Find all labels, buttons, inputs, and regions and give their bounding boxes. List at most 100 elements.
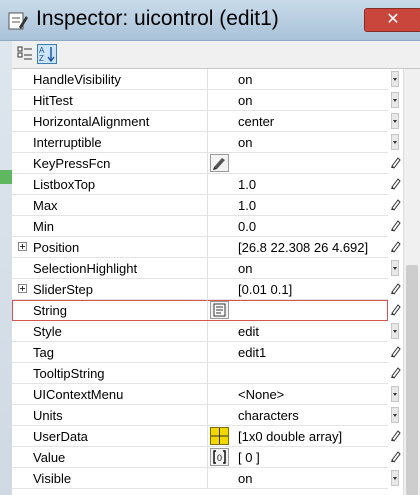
expand-icon[interactable] — [18, 284, 27, 293]
property-row-tag[interactable]: Tag edit1 — [12, 342, 401, 363]
edit-pencil-icon[interactable] — [390, 303, 402, 316]
svg-text:Z: Z — [39, 54, 44, 63]
property-value[interactable]: characters — [238, 408, 299, 423]
property-row-string[interactable]: String — [12, 300, 401, 321]
property-value[interactable]: on — [238, 93, 252, 108]
property-row-position[interactable]: Position [26.8 22.308 26 4.692] — [12, 237, 401, 258]
title-bar: Inspector: uicontrol (edit1) ✕ — [0, 0, 420, 41]
callback-editor-icon[interactable] — [210, 154, 229, 172]
inspector-toolbar: A Z — [12, 41, 420, 69]
property-row-hittest[interactable]: HitTest on — [12, 90, 399, 111]
property-row-units[interactable]: Units characters — [12, 405, 399, 426]
property-value[interactable]: on — [238, 261, 252, 276]
property-name: Max — [33, 198, 58, 213]
dropdown-arrow-icon[interactable] — [391, 386, 399, 402]
property-row-listboxtop[interactable]: ListboxTop 1.0 — [12, 174, 401, 195]
property-value[interactable]: center — [238, 114, 274, 129]
column-divider — [207, 132, 208, 152]
edit-pencil-icon[interactable] — [390, 450, 402, 463]
background-glyph — [0, 170, 12, 184]
property-name: Value — [33, 450, 66, 465]
categorized-view-icon[interactable] — [15, 44, 35, 64]
scrollbar-thumb[interactable] — [406, 265, 418, 495]
array-editor-icon[interactable] — [210, 427, 229, 445]
property-row-horizontalalignment[interactable]: HorizontalAlignment center — [12, 111, 399, 132]
edit-pencil-icon[interactable] — [390, 198, 402, 211]
property-name: UserData — [33, 429, 88, 444]
column-divider — [207, 153, 208, 173]
edit-pencil-icon[interactable] — [390, 177, 402, 190]
inspector-app-icon — [8, 12, 28, 30]
column-divider — [207, 342, 208, 362]
property-row-keypressfcn[interactable]: KeyPressFcn — [12, 153, 401, 174]
svg-text:0: 0 — [217, 453, 222, 463]
dropdown-arrow-icon[interactable] — [391, 92, 399, 108]
edit-pencil-icon[interactable] — [390, 429, 402, 442]
column-divider — [207, 237, 208, 257]
property-value[interactable]: [ 0 ] — [238, 450, 260, 465]
property-row-style[interactable]: Style edit — [12, 321, 399, 342]
property-row-visible[interactable]: Visible on — [12, 468, 399, 489]
dropdown-arrow-icon[interactable] — [391, 113, 399, 129]
edit-pencil-icon[interactable] — [390, 366, 402, 379]
column-divider — [207, 111, 208, 131]
edit-pencil-icon[interactable] — [390, 156, 402, 169]
property-row-tooltipstring[interactable]: TooltipString — [12, 363, 401, 384]
close-button[interactable]: ✕ — [364, 8, 420, 32]
expand-icon[interactable] — [18, 242, 27, 251]
column-divider — [207, 279, 208, 299]
property-row-sliderstep[interactable]: SliderStep [0.01 0.1] — [12, 279, 401, 300]
property-name: Min — [33, 219, 54, 234]
property-value[interactable]: on — [238, 72, 252, 87]
column-divider — [207, 195, 208, 215]
property-name: Style — [33, 324, 62, 339]
property-value[interactable]: <None> — [238, 387, 284, 402]
edit-pencil-icon[interactable] — [390, 240, 402, 253]
column-divider — [207, 447, 208, 467]
property-grid: HandleVisibility on HitTest on HorizontalAli… — [12, 69, 401, 489]
property-value[interactable]: 1.0 — [238, 177, 256, 192]
property-name: HorizontalAlignment — [33, 114, 150, 129]
property-value[interactable]: [26.8 22.308 26 4.692] — [238, 240, 368, 255]
property-name: String — [33, 303, 67, 318]
dropdown-arrow-icon[interactable] — [391, 260, 399, 276]
edit-pencil-icon[interactable] — [390, 219, 402, 232]
property-row-value[interactable]: Value 0 [ 0 ] — [12, 447, 401, 468]
vertical-scrollbar[interactable] — [403, 69, 420, 495]
property-name: SelectionHighlight — [33, 261, 138, 276]
dropdown-arrow-icon[interactable] — [391, 470, 399, 486]
property-value[interactable]: 0.0 — [238, 219, 256, 234]
property-name: SliderStep — [33, 282, 93, 297]
dropdown-arrow-icon[interactable] — [391, 407, 399, 423]
edit-pencil-icon[interactable] — [390, 282, 402, 295]
property-value[interactable]: on — [238, 471, 252, 486]
property-row-max[interactable]: Max 1.0 — [12, 195, 401, 216]
matrix-editor-icon[interactable]: 0 — [210, 448, 229, 466]
property-name: ListboxTop — [33, 177, 96, 192]
column-divider — [207, 405, 208, 425]
property-row-uicontextmenu[interactable]: UIContextMenu <None> — [12, 384, 399, 405]
property-value[interactable]: 1.0 — [238, 198, 256, 213]
property-row-selectionhighlight[interactable]: SelectionHighlight on — [12, 258, 399, 279]
property-value[interactable]: edit — [238, 324, 259, 339]
property-value[interactable]: edit1 — [238, 345, 266, 360]
column-divider — [207, 90, 208, 110]
property-name: Units — [33, 408, 63, 423]
column-divider — [207, 321, 208, 341]
column-divider — [207, 426, 208, 446]
dropdown-arrow-icon[interactable] — [391, 71, 399, 87]
property-value[interactable]: [0.01 0.1] — [238, 282, 292, 297]
column-divider — [207, 174, 208, 194]
property-row-min[interactable]: Min 0.0 — [12, 216, 401, 237]
property-row-interruptible[interactable]: Interruptible on — [12, 132, 399, 153]
dropdown-arrow-icon[interactable] — [391, 134, 399, 150]
window-title: Inspector: uicontrol (edit1) — [36, 7, 279, 30]
property-value[interactable]: [1x0 double array] — [238, 429, 342, 444]
alphabetical-sort-icon[interactable]: A Z — [37, 44, 57, 64]
property-value[interactable]: on — [238, 135, 252, 150]
text-editor-icon[interactable] — [210, 301, 229, 319]
property-row-handlevisibility[interactable]: HandleVisibility on — [12, 69, 399, 90]
edit-pencil-icon[interactable] — [390, 345, 402, 358]
property-row-userdata[interactable]: UserData [1x0 double array] — [12, 426, 401, 447]
dropdown-arrow-icon[interactable] — [391, 323, 399, 339]
